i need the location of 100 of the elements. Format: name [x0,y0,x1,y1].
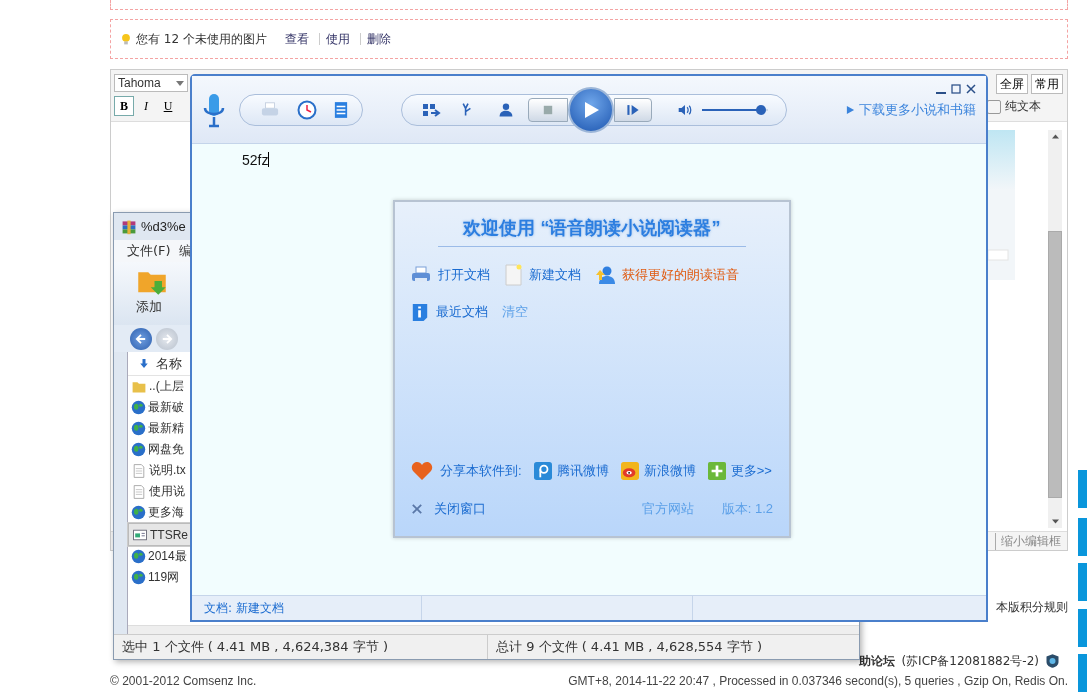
notice-link[interactable]: 查看 [278,33,315,45]
speaker-icon [676,102,694,117]
person-icon [498,101,514,118]
file-row[interactable]: 最新精 [128,418,187,439]
file-row[interactable]: 说明.tx [128,460,187,481]
status-text: 文档: 新建文档 [204,599,284,617]
next-icon [625,102,641,117]
file-row[interactable]: 网盘免 [128,439,187,460]
file-name: 最新破 [148,399,184,416]
file-name: 使用说 [149,483,185,500]
stop-icon [542,103,554,116]
share-button[interactable]: 新浪微博 [620,462,696,480]
volume-slider[interactable] [702,103,768,116]
list-button[interactable] [334,100,348,119]
share-button[interactable]: 腾讯微博 [533,462,609,480]
person-button[interactable] [498,101,514,118]
recent-docs-button[interactable]: 最近文档 [411,302,488,322]
play-button[interactable] [568,86,614,133]
file-row[interactable]: 使用说 [128,481,187,502]
stats-text: GMT+8, 2014-11-22 20:47 , Processed in 0.037346 second(s), 5 queries , Gzip On, Redis On. [568,674,1068,688]
file-name: 更多海 [148,504,184,521]
file-row[interactable]: 最新破 [128,397,187,418]
add-label[interactable]: 添加 [136,298,162,316]
font-select[interactable]: Tahoma [114,74,188,92]
next-button[interactable] [614,97,652,122]
stop-button[interactable] [528,97,568,122]
status-text: 选中 1 个文件 ( 4.41 MB , 4,624,384 字节 ) [114,635,488,659]
right-arrow-icon [161,332,173,345]
user-upgrade-icon [595,265,615,285]
back-button[interactable] [130,327,152,350]
dialog-action[interactable]: 新建文档 [504,264,581,286]
file-name: 说明.tx [149,462,186,479]
plus-icon [707,462,726,480]
grid-arrow-icon [422,102,442,117]
document-text[interactable]: 52fz [242,152,270,168]
menu-item[interactable]: 文件(F) [127,242,171,260]
clock-icon [297,99,317,120]
toolbar-button[interactable]: 全屏 [996,74,1028,94]
format-button[interactable]: B [114,96,134,116]
scrollbar[interactable] [1048,130,1062,528]
up-arrow-icon [1051,134,1059,139]
site-link[interactable]: 助论坛 [859,652,896,670]
maximize-icon [951,84,961,94]
file-row[interactable]: 119网 [128,567,187,588]
triangle-icon [846,104,855,115]
shield-icon [1045,652,1060,670]
globe-icon [131,400,146,415]
close-window-button[interactable]: 关闭窗口 [411,500,486,518]
status-text: 总计 9 个文件 ( 4.41 MB , 4,628,554 字节 ) [495,638,762,656]
icp-link[interactable]: (苏ICP备12081882号-2) [901,652,1039,670]
close-button[interactable] [966,84,976,94]
file-name: 网盘免 [148,441,184,458]
left-arrow-icon [135,332,147,345]
toolbar-button[interactable]: 常用 [1031,74,1063,94]
file-row[interactable]: 更多海 [128,502,187,523]
down-arrow-icon [1051,519,1059,524]
format-button[interactable]: I [136,96,156,116]
file-name: ..(上层 [149,378,184,395]
caret-icon [176,80,184,86]
eye-badge-icon [620,462,639,480]
globe-icon [131,505,146,520]
dialog-action[interactable]: 打开文档 [411,265,490,285]
horizontal-scrollbar[interactable] [128,625,859,634]
p-badge-icon [533,462,552,480]
text-file-icon [131,483,147,500]
file-row[interactable]: ..(上层 [128,376,187,397]
globe-icon [131,442,146,457]
format-button[interactable]: U [158,96,178,116]
checkbox-label: 纯文本 [1005,98,1041,115]
globe-icon [131,570,146,585]
file-name: 119网 [148,569,180,586]
notice-text: 您有 12 个未使用的图片 [136,30,267,48]
share-button[interactable]: 更多>> [707,462,772,480]
file-name: 2014最 [148,548,187,565]
list-icon [334,100,348,119]
close-icon [966,84,976,94]
share-label: 分享本软件到: [440,462,522,480]
version-text: 版本: 1.2 [721,500,773,518]
column-header[interactable]: 名称 [156,354,182,373]
x-icon [411,503,423,515]
file-row[interactable]: 2014最 [128,546,187,567]
heart-icon [411,461,433,481]
maximize-button[interactable] [951,84,961,94]
window-title: %d3%e [141,219,186,234]
page-icon [504,264,522,286]
archive-icon [121,218,137,235]
sort-arrow-icon [140,359,148,368]
dialog-title: 欢迎使用 “语音朗读小说阅读器” [438,216,746,247]
rules-link[interactable]: 本版积分规则 [996,599,1068,616]
notice-link[interactable]: 删除 [359,33,397,45]
file-name: 最新精 [148,420,184,437]
minimize-icon [936,92,946,94]
notice-link[interactable]: 使用 [318,33,356,45]
globe-icon [131,549,146,564]
clock-button[interactable] [297,99,317,120]
grid-button[interactable] [422,102,442,117]
file-row[interactable]: TTSRe [128,523,192,546]
text-file-icon [131,462,147,479]
download-link[interactable]: 下载更多小说和书籍 [846,100,976,119]
globe-icon [131,421,146,436]
